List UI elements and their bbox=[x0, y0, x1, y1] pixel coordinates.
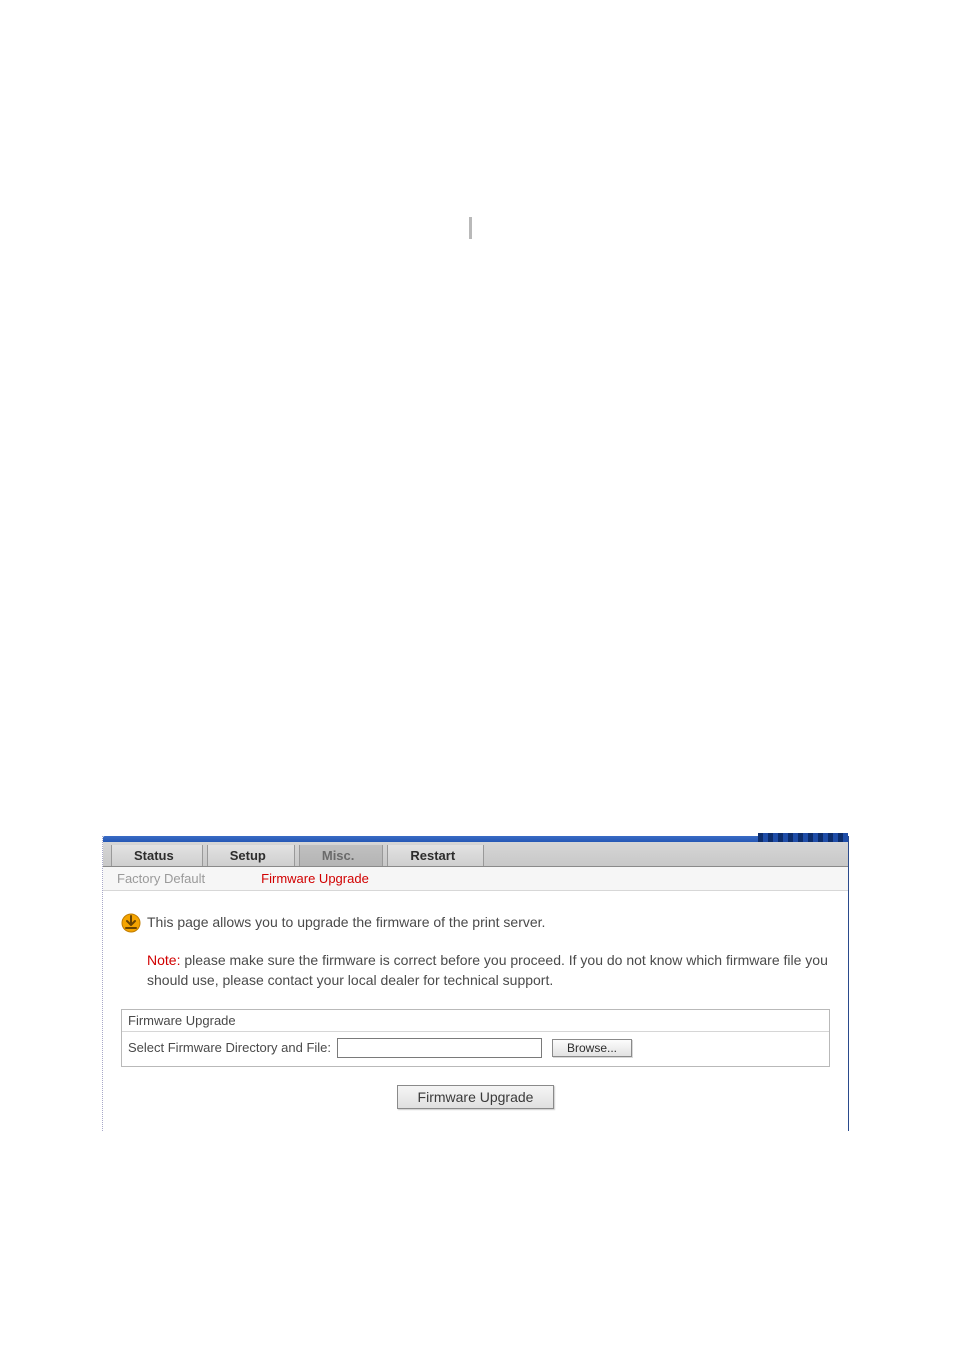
tab-status[interactable]: Status bbox=[111, 845, 203, 866]
sub-tabs: Factory Default Firmware Upgrade bbox=[103, 867, 848, 891]
subtab-factory-default[interactable]: Factory Default bbox=[117, 871, 205, 886]
tab-restart[interactable]: Restart bbox=[387, 845, 484, 866]
info-text: This page allows you to upgrade the firm… bbox=[147, 913, 545, 933]
download-icon bbox=[121, 913, 141, 936]
tab-misc[interactable]: Misc. bbox=[299, 845, 384, 866]
note-label: Note: bbox=[147, 952, 180, 968]
browse-button[interactable]: Browse... bbox=[552, 1039, 632, 1057]
firmware-upgrade-fieldset: Firmware Upgrade Select Firmware Directo… bbox=[121, 1009, 830, 1067]
firmware-upgrade-panel: Status Setup Misc. Restart Factory Defau… bbox=[102, 836, 849, 1131]
firmware-upgrade-button[interactable]: Firmware Upgrade bbox=[397, 1085, 555, 1109]
subtab-firmware-upgrade[interactable]: Firmware Upgrade bbox=[261, 871, 369, 886]
fieldset-title: Firmware Upgrade bbox=[122, 1010, 829, 1032]
text-cursor bbox=[469, 217, 472, 239]
window-title-bar bbox=[103, 836, 848, 842]
content-area: This page allows you to upgrade the firm… bbox=[103, 891, 848, 1131]
info-row: This page allows you to upgrade the firm… bbox=[121, 913, 830, 936]
file-path-input[interactable] bbox=[337, 1038, 542, 1058]
tab-setup[interactable]: Setup bbox=[207, 845, 295, 866]
file-select-row: Select Firmware Directory and File: Brow… bbox=[122, 1032, 829, 1066]
file-select-label: Select Firmware Directory and File: bbox=[128, 1040, 331, 1055]
note-text: please make sure the firmware is correct… bbox=[147, 952, 828, 988]
submit-row: Firmware Upgrade bbox=[121, 1067, 830, 1119]
note-block: Note: please make sure the firmware is c… bbox=[147, 950, 830, 991]
main-tabs: Status Setup Misc. Restart bbox=[103, 842, 848, 867]
